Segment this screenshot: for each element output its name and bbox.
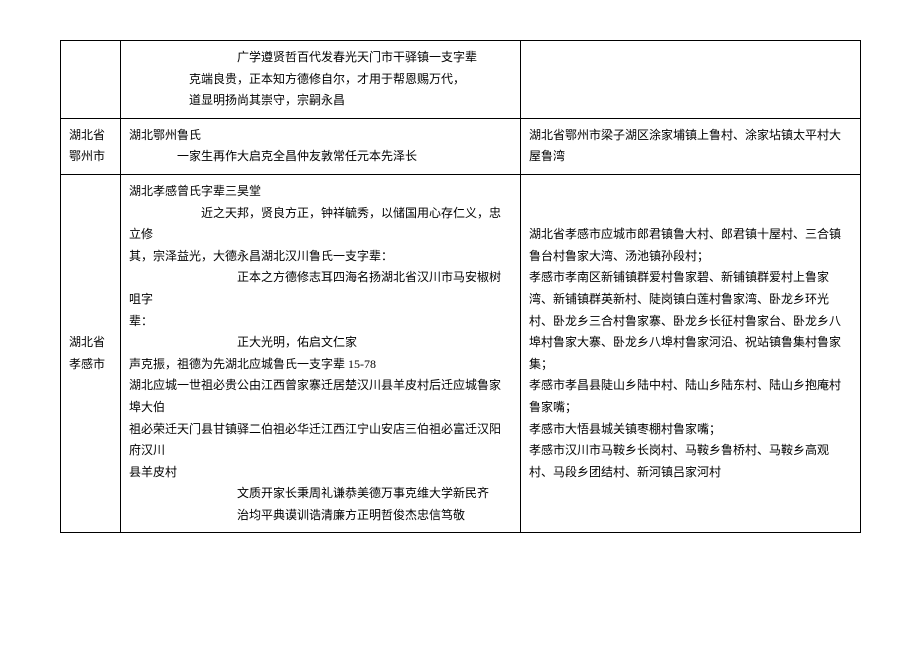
text-line: 孝感市汉川市马鞍乡长岗村、马鞍乡鲁桥村、马鞍乡高观村、马段乡团结村、新河镇吕家河…	[529, 440, 852, 483]
text-line: 其，宗泽益光，大德永昌湖北汉川鲁氏一支字辈：	[129, 246, 512, 268]
text-line: 辈：	[129, 311, 512, 333]
text-line: 广学遵贤哲百代发春光天门市干驿镇一支字辈	[129, 47, 512, 69]
content-cell: 湖北孝感曾氏字辈三昊堂 近之天邦，贤良方正，钟祥毓秀，以储国用心存仁义，忠立修其…	[121, 174, 521, 533]
location-cell: 湖北省孝感市应城市郎君镇鲁大村、郎君镇十屋村、三合镇鲁台村鲁家大湾、汤池镇孙段村…	[521, 174, 861, 533]
text-line: 治均平典谟训诰清廉方正明哲俊杰忠信笃敬	[129, 505, 512, 527]
location-cell: 湖北省鄂州市梁子湖区涂家埔镇上鲁村、涂家坫镇太平村大屋鲁湾	[521, 118, 861, 174]
text-line: 文质开家长秉周礼谦恭美德万事克维大学新民齐	[129, 483, 512, 505]
text-line: 克端良贵，正本知方德修自尔，才用于帮恩赐万代，	[129, 69, 512, 91]
content-cell: 湖北鄂州鲁氏一家生再作大启克全昌仲友敦常任元本先泽长	[121, 118, 521, 174]
region-cell	[61, 41, 121, 119]
region-cell: 湖北省孝感市	[61, 174, 121, 533]
text-line: 湖北孝感曾氏字辈三昊堂	[129, 181, 512, 203]
content-cell: 广学遵贤哲百代发春光天门市干驿镇一支字辈 克端良贵，正本知方德修自尔，才用于帮恩…	[121, 41, 521, 119]
text-line: 一家生再作大启克全昌仲友敦常任元本先泽长	[129, 146, 512, 168]
text-line: 孝感市大悟县城关镇枣棚村鲁家嘴；	[529, 419, 852, 441]
text-line: 道显明扬尚其崇守，宗嗣永昌	[129, 90, 512, 112]
genealogy-table: 广学遵贤哲百代发春光天门市干驿镇一支字辈 克端良贵，正本知方德修自尔，才用于帮恩…	[60, 40, 861, 533]
text-line: 近之天邦，贤良方正，钟祥毓秀，以储国用心存仁义，忠立修	[129, 203, 512, 246]
table-row: 湖北省孝感市湖北孝感曾氏字辈三昊堂 近之天邦，贤良方正，钟祥毓秀，以储国用心存仁…	[61, 174, 861, 533]
region-cell: 湖北省鄂州市	[61, 118, 121, 174]
text-line: 湖北省孝感市应城市郎君镇鲁大村、郎君镇十屋村、三合镇鲁台村鲁家大湾、汤池镇孙段村…	[529, 224, 852, 267]
text-line: 祖必荣迁天门县甘镇驿二伯祖必华迁江西江宁山安店三伯祖必富迁汉阳府汉川	[129, 419, 512, 462]
text-line: 湖北应城一世祖必贵公由江西曾家寨迁居楚汉川县羊皮村后迁应城鲁家埠大伯	[129, 375, 512, 418]
text-line: 声克振，祖德为先湖北应城鲁氏一支字辈 15-78	[129, 354, 512, 376]
text-line: 县羊皮村	[129, 462, 512, 484]
location-cell	[521, 41, 861, 119]
text-line: 湖北鄂州鲁氏	[129, 125, 512, 147]
text-line: 正大光明，佑启文仁家	[129, 332, 512, 354]
table-row: 广学遵贤哲百代发春光天门市干驿镇一支字辈 克端良贵，正本知方德修自尔，才用于帮恩…	[61, 41, 861, 119]
text-line: 孝感市孝昌县陡山乡陆中村、陆山乡陆东村、陆山乡抱庵村鲁家嘴；	[529, 375, 852, 418]
table-row: 湖北省鄂州市湖北鄂州鲁氏一家生再作大启克全昌仲友敦常任元本先泽长湖北省鄂州市梁子…	[61, 118, 861, 174]
text-line: 正本之方德修志耳四海名扬湖北省汉川市马安椒树咀字	[129, 267, 512, 310]
text-line: 孝感市孝南区新铺镇群爱村鲁家碧、新铺镇群爱村上鲁家湾、新铺镇群英新村、陡岗镇白莲…	[529, 267, 852, 375]
